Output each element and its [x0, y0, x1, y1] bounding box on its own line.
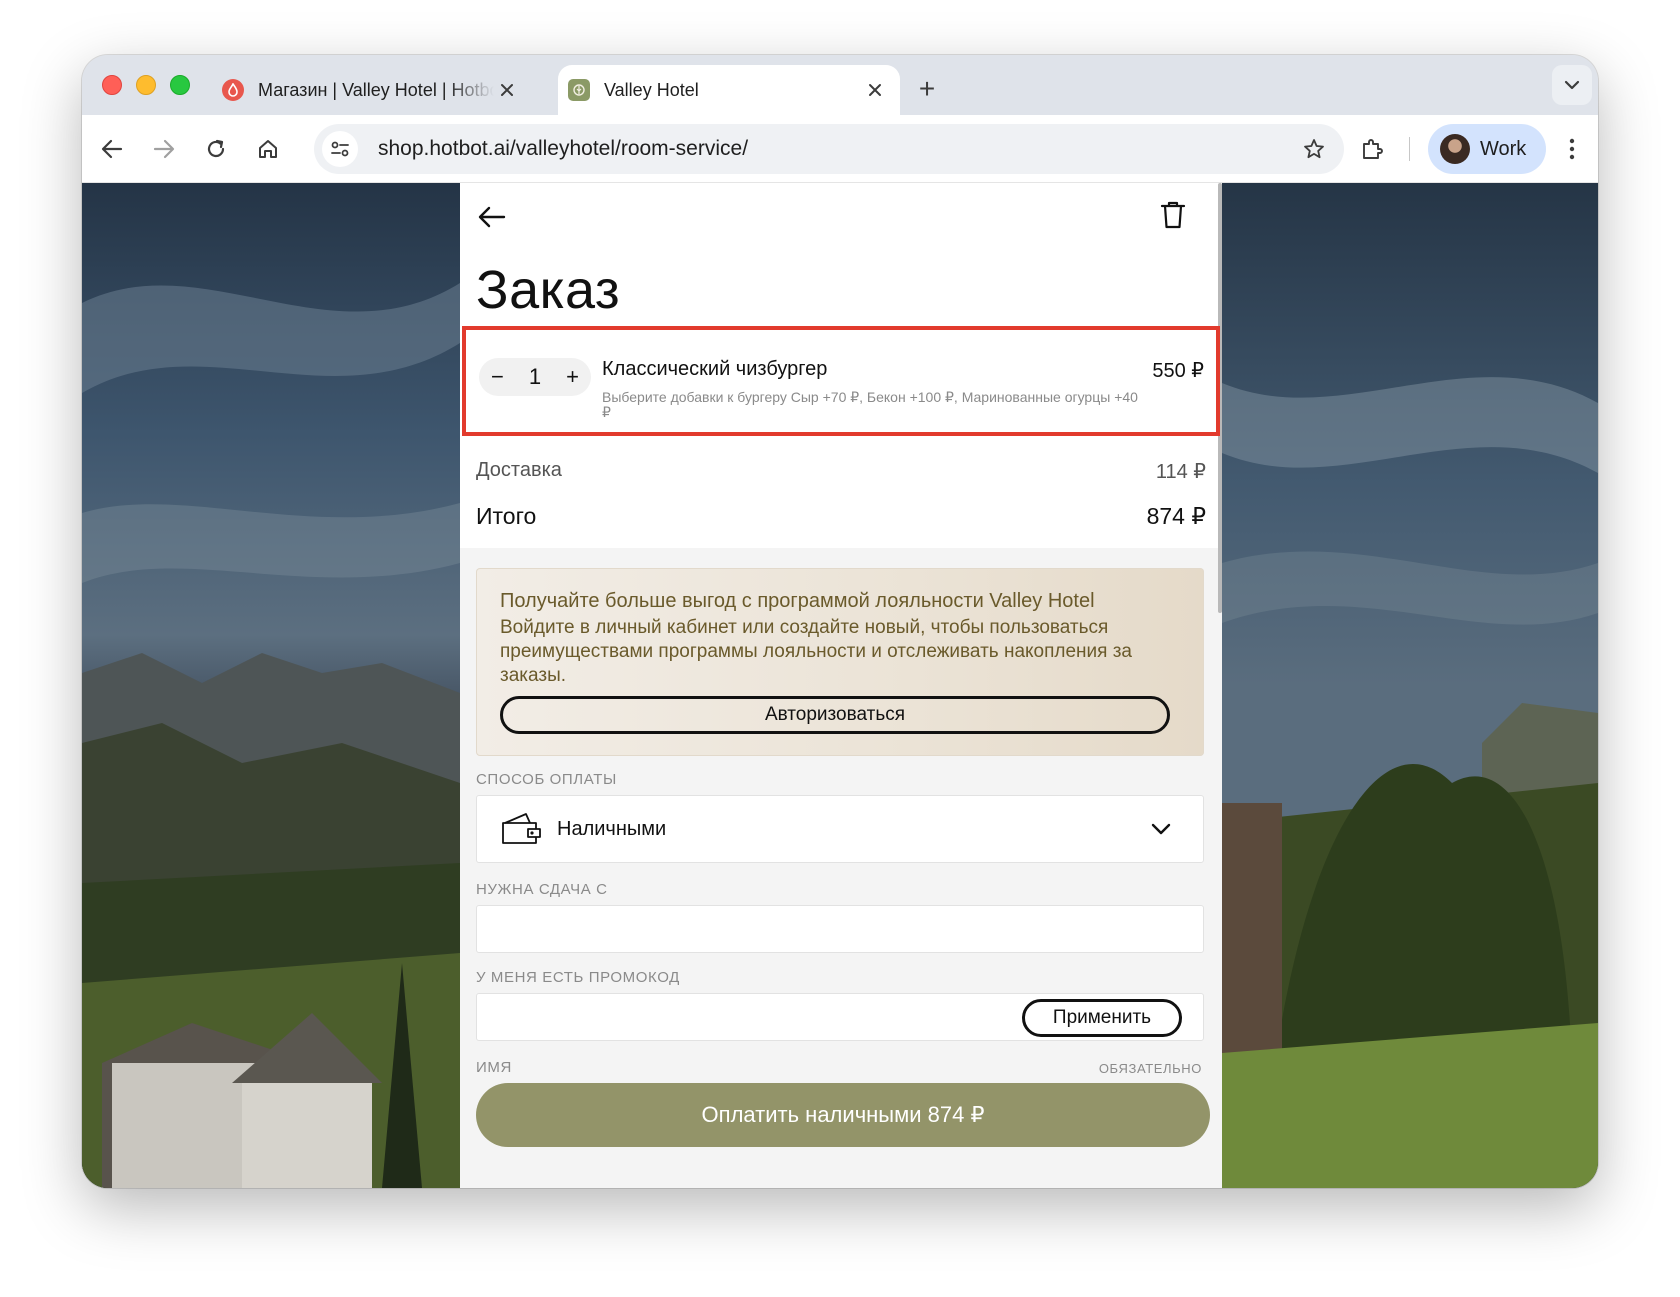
item-price: 550 ₽	[1152, 360, 1204, 382]
quantity-stepper: − 1 +	[479, 358, 591, 396]
pay-bar: Оплатить наличными 874 ₽	[460, 1059, 1222, 1188]
profile-button[interactable]: Work	[1428, 124, 1546, 174]
toolbar-divider	[1409, 137, 1410, 161]
cart-item-highlighted: − 1 + Классический чизбургер 550 ₽ Выбер…	[462, 326, 1220, 436]
item-name: Классический чизбургер	[602, 358, 828, 380]
home-icon	[259, 140, 277, 158]
tab-title: Valley Hotel	[604, 79, 699, 100]
url-text[interactable]: shop.hotbot.ai/valleyhotel/room-service/	[378, 137, 1294, 161]
order-panel: Заказ − 1 + Классический чизбургер 550 ₽…	[460, 183, 1222, 1188]
close-icon[interactable]	[494, 77, 520, 103]
profile-name: Work	[1480, 137, 1527, 160]
increase-button[interactable]: +	[566, 364, 579, 390]
loyalty-title: Получайте больше выгод с программой лоял…	[500, 590, 1095, 612]
quantity-value: 1	[528, 364, 542, 389]
chevron-down-icon	[1564, 80, 1580, 90]
total-label: Итого	[476, 503, 537, 529]
site-settings-icon[interactable]	[322, 131, 358, 167]
loyalty-banner: Получайте больше выгод с программой лоял…	[476, 568, 1204, 756]
tab-search-button[interactable]	[1552, 65, 1592, 105]
browser-toolbar: shop.hotbot.ai/valleyhotel/room-service/…	[82, 115, 1598, 183]
back-button[interactable]	[92, 129, 132, 169]
address-bar[interactable]: shop.hotbot.ai/valleyhotel/room-service/	[314, 124, 1344, 174]
payment-method-select[interactable]: Наличными	[476, 795, 1204, 863]
delivery-label: Доставка	[476, 459, 562, 481]
window-zoom-button[interactable]	[170, 75, 190, 95]
item-options: Выберите добавки к бургеру Сыр +70 ₽, Бе…	[602, 389, 1138, 420]
authorize-button[interactable]: Авторизоваться	[500, 696, 1170, 734]
reload-button[interactable]	[196, 129, 236, 169]
delivery-row: Доставка 114 ₽	[476, 459, 1206, 484]
pay-button[interactable]: Оплатить наличными 874 ₽	[476, 1083, 1210, 1147]
loyalty-text: Войдите в личный кабинет или создайте но…	[500, 617, 1132, 686]
forward-button[interactable]	[144, 129, 184, 169]
tab-valley-hotel[interactable]: Valley Hotel	[558, 65, 900, 115]
page-title: Заказ	[476, 260, 621, 320]
delivery-value: 114 ₽	[1155, 461, 1206, 483]
clear-cart-button[interactable]	[1153, 195, 1193, 235]
change-input[interactable]	[476, 905, 1204, 953]
tab-title: Магазин | Valley Hotel | Hotbot	[258, 79, 494, 100]
payment-method-value: Наличными	[557, 817, 667, 840]
bookmark-star-icon[interactable]	[1294, 129, 1334, 169]
forward-arrow-icon	[153, 139, 175, 159]
valley-hotel-favicon-icon	[568, 79, 590, 101]
home-button[interactable]	[248, 129, 288, 169]
close-icon[interactable]	[862, 77, 888, 103]
extensions-button[interactable]	[1352, 129, 1392, 169]
browser-window: Магазин | Valley Hotel | Hotbot Valley H…	[82, 55, 1598, 1188]
back-arrow-icon	[101, 139, 123, 159]
hotbot-favicon-icon	[222, 79, 244, 101]
decrease-button[interactable]: −	[491, 364, 504, 390]
apply-promo-button[interactable]: Применить	[1022, 999, 1182, 1037]
page-viewport: Заказ − 1 + Классический чизбургер 550 ₽…	[82, 183, 1598, 1188]
promo-label: У МЕНЯ ЕСТЬ ПРОМОКОД	[476, 969, 680, 986]
reload-icon	[207, 139, 225, 158]
change-label: НУЖНА СДАЧА С	[476, 881, 608, 898]
tab-shop[interactable]: Магазин | Valley Hotel | Hotbot	[212, 65, 532, 115]
total-value: 874 ₽	[1146, 503, 1206, 529]
total-row: Итого 874 ₽	[476, 503, 1206, 530]
window-minimize-button[interactable]	[136, 75, 156, 95]
new-tab-button[interactable]: +	[912, 75, 942, 105]
wallet-icon	[499, 811, 543, 847]
trash-icon	[1160, 201, 1186, 229]
extensions-icon	[1363, 139, 1383, 159]
chevron-down-icon	[1141, 809, 1181, 849]
background-landscape-right	[1222, 183, 1598, 1188]
back-arrow-icon	[478, 206, 506, 228]
browser-menu-button[interactable]	[1552, 129, 1592, 169]
payment-method-label: СПОСОБ ОПЛАТЫ	[476, 771, 617, 788]
avatar	[1440, 134, 1470, 164]
kebab-menu-icon	[1569, 138, 1575, 160]
tab-strip: Магазин | Valley Hotel | Hotbot Valley H…	[82, 55, 1598, 115]
back-button[interactable]	[472, 197, 512, 237]
background-landscape-left	[82, 183, 460, 1188]
window-close-button[interactable]	[102, 75, 122, 95]
